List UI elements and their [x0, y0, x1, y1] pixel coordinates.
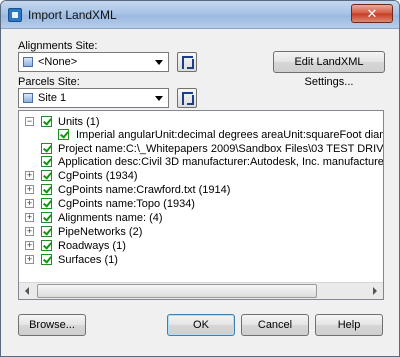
import-landxml-dialog: Import LandXML ✕ Alignments Site: <None>… — [0, 0, 400, 357]
checkbox-checked-icon[interactable] — [41, 143, 52, 154]
cancel-button[interactable]: Cancel — [241, 314, 309, 336]
tree-item-label: CgPoints name:Topo (1934) — [58, 198, 195, 210]
chevron-down-icon — [155, 96, 163, 101]
checkbox-checked-icon[interactable] — [41, 240, 52, 251]
tree-item-alignments[interactable]: + Alignments name: (4) — [19, 211, 383, 225]
tree-item-units[interactable]: − Units (1) — [19, 115, 383, 129]
expand-icon[interactable]: + — [25, 199, 34, 208]
window-title: Import LandXML — [28, 8, 117, 22]
expand-icon[interactable]: + — [25, 255, 34, 264]
tree-item-project[interactable]: Project name:C:\_Whitepapers 2009\Sandbo… — [19, 142, 384, 156]
pick-parcels-site-button[interactable] — [177, 88, 197, 108]
checkbox-checked-icon[interactable] — [41, 198, 52, 209]
tree-item-cgpoints-topo[interactable]: + CgPoints name:Topo (1934) — [19, 197, 383, 211]
tree-item-label: Project name:C:\_Whitepapers 2009\Sandbo… — [58, 143, 384, 155]
scroll-left-icon[interactable] — [19, 283, 36, 299]
site-icon — [23, 93, 33, 103]
expand-icon[interactable]: + — [25, 171, 34, 180]
tree-item-units-imperial[interactable]: Imperial angularUnit:decimal degrees are… — [19, 128, 383, 142]
site-icon — [23, 57, 33, 67]
title-bar[interactable]: Import LandXML ✕ — [1, 1, 399, 29]
scrollbar-thumb[interactable] — [37, 284, 317, 298]
checkbox-checked-icon[interactable] — [41, 184, 52, 195]
parcels-site-label: Parcels Site: — [18, 76, 80, 88]
checkbox-checked-icon[interactable] — [41, 254, 52, 265]
expand-icon[interactable]: + — [25, 213, 34, 222]
checkbox-checked-icon[interactable] — [41, 116, 52, 127]
tree-item-pipenetworks[interactable]: + PipeNetworks (2) — [19, 225, 383, 239]
collapse-icon[interactable]: − — [25, 117, 34, 126]
pick-alignments-site-button[interactable] — [177, 52, 197, 72]
tree-item-label: CgPoints (1934) — [58, 170, 138, 182]
scroll-right-icon[interactable] — [366, 283, 383, 299]
tree-item-label: Alignments name: (4) — [58, 212, 163, 224]
tree-item-cgpoints-crawford[interactable]: + CgPoints name:Crawford.txt (1914) — [19, 183, 383, 197]
landxml-tree[interactable]: − Units (1) Imperial angularUnit:decimal… — [18, 110, 384, 300]
chevron-down-icon — [155, 60, 163, 65]
ok-button[interactable]: OK — [167, 314, 235, 336]
checkbox-checked-icon[interactable] — [41, 212, 52, 223]
tree-item-label: Roadways (1) — [58, 240, 126, 252]
tree-item-label: Application desc:Civil 3D manufacturer:A… — [58, 156, 384, 168]
help-button[interactable]: Help — [315, 314, 383, 336]
tree-item-cgpoints[interactable]: + CgPoints (1934) — [19, 169, 383, 183]
alignments-site-value: <None> — [38, 56, 78, 68]
parcels-site-dropdown[interactable]: Site 1 — [18, 88, 169, 108]
tree-item-label: Units (1) — [58, 116, 100, 128]
checkbox-checked-icon[interactable] — [41, 156, 52, 167]
tree-item-label: Surfaces (1) — [58, 254, 118, 266]
horizontal-scrollbar[interactable] — [19, 282, 383, 299]
expand-icon[interactable]: + — [25, 241, 34, 250]
tree-item-roadways[interactable]: + Roadways (1) — [19, 239, 383, 253]
checkbox-checked-icon[interactable] — [58, 129, 69, 140]
tree-item-label: PipeNetworks (2) — [58, 226, 143, 238]
alignments-site-label: Alignments Site: — [18, 40, 98, 52]
checkbox-checked-icon[interactable] — [41, 170, 52, 181]
browse-button[interactable]: Browse... — [18, 314, 86, 336]
tree-item-label: Imperial angularUnit:decimal degrees are… — [76, 129, 383, 141]
alignments-site-dropdown[interactable]: <None> — [18, 52, 169, 72]
tree-item-application[interactable]: Application desc:Civil 3D manufacturer:A… — [19, 155, 384, 169]
expand-icon[interactable]: + — [25, 185, 34, 194]
close-button[interactable]: ✕ — [351, 4, 393, 23]
checkbox-checked-icon[interactable] — [41, 226, 52, 237]
app-icon — [8, 8, 22, 22]
expand-icon[interactable]: + — [25, 227, 34, 236]
parcels-site-value: Site 1 — [38, 92, 67, 104]
tree-item-surfaces[interactable]: + Surfaces (1) — [19, 253, 383, 267]
tree-item-label: CgPoints name:Crawford.txt (1914) — [58, 184, 231, 196]
edit-landxml-settings-button[interactable]: Edit LandXML Settings... — [273, 51, 385, 88]
